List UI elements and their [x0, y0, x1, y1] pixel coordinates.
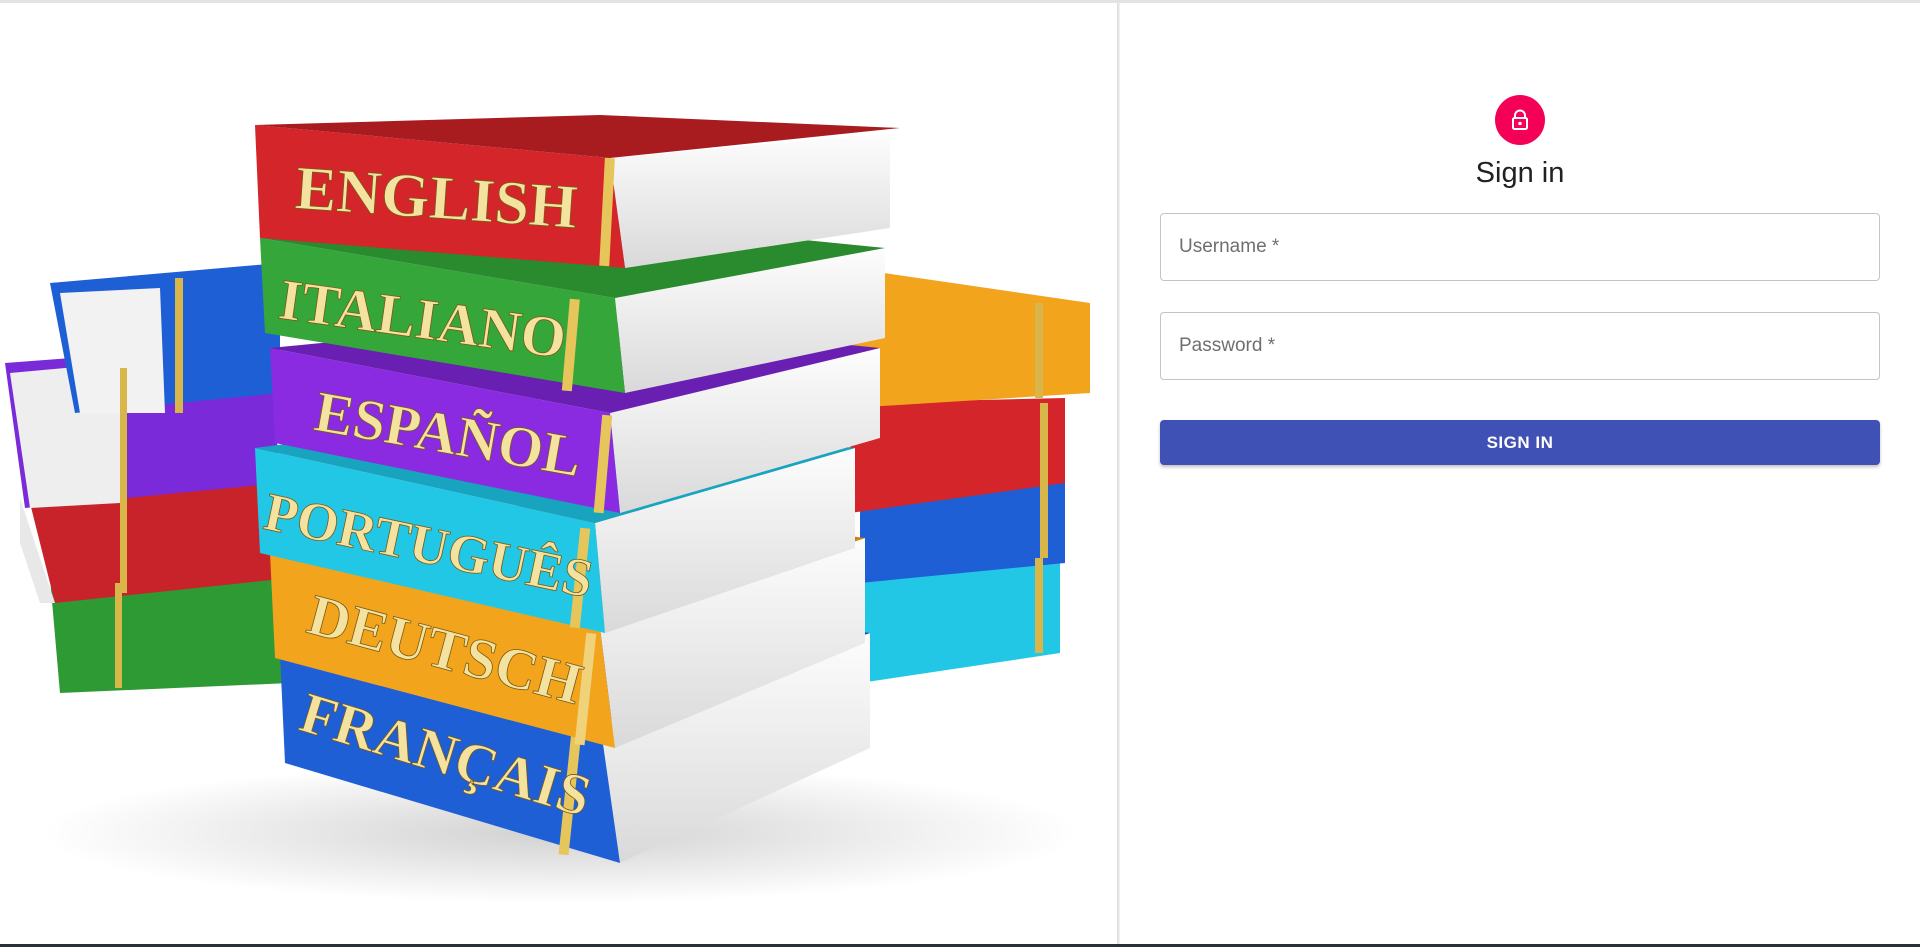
- lock-avatar: [1495, 95, 1545, 145]
- signin-form: Sign in SIGN IN: [1160, 95, 1880, 465]
- page-title: Sign in: [1475, 157, 1565, 189]
- right-book-stack: [850, 268, 1090, 683]
- password-field[interactable]: [1160, 312, 1880, 380]
- username-field[interactable]: [1160, 213, 1880, 281]
- username-input[interactable]: [1161, 214, 1879, 280]
- hero-image: FRANÇAIS DEUTSCH PORTUGUÊS ESPAÑOL ITALI…: [0, 3, 1117, 944]
- left-book-stack: [5, 263, 290, 693]
- sign-in-button[interactable]: SIGN IN: [1160, 420, 1880, 465]
- main-book-stack: FRANÇAIS DEUTSCH PORTUGUÊS ESPAÑOL ITALI…: [255, 115, 900, 863]
- lock-icon: [1512, 109, 1528, 130]
- language-books-illustration: FRANÇAIS DEUTSCH PORTUGUÊS ESPAÑOL ITALI…: [5, 115, 1090, 903]
- password-input[interactable]: [1161, 313, 1879, 379]
- signin-panel: Sign in SIGN IN: [1120, 3, 1920, 944]
